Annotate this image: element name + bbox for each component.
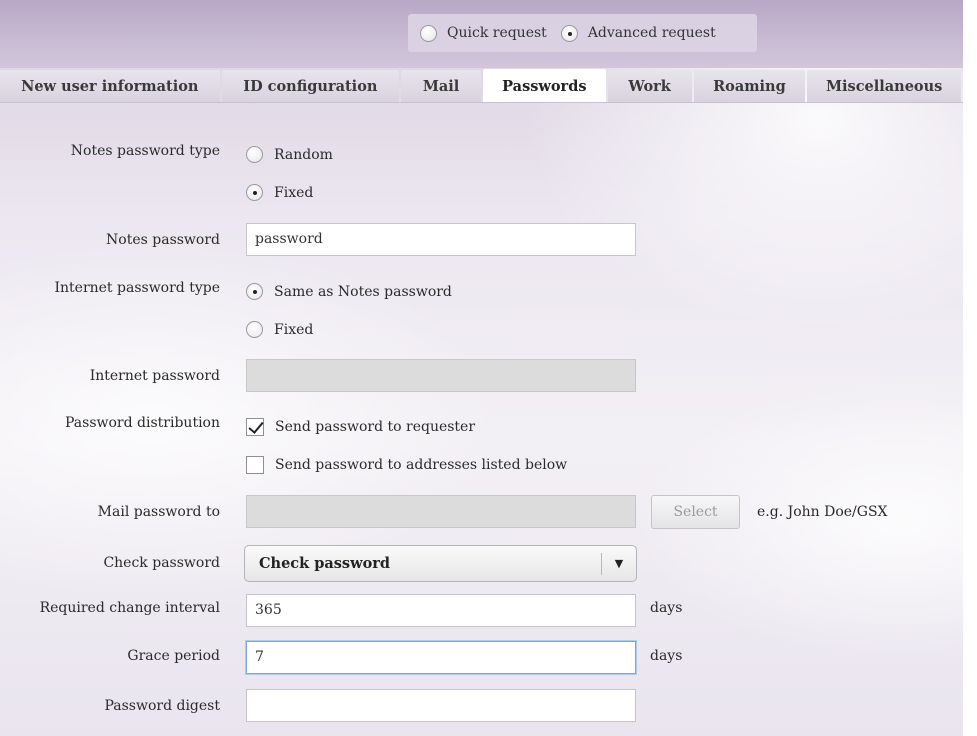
tab-work[interactable]: Work bbox=[607, 70, 692, 103]
password-digest-input[interactable] bbox=[246, 689, 636, 722]
internet-password-same-option[interactable]: Same as Notes password bbox=[246, 283, 452, 300]
quick-request-label: Quick request bbox=[447, 25, 547, 41]
send-to-addresses-option[interactable]: Send password to addresses listed below bbox=[246, 456, 567, 474]
internet-password-same-label: Same as Notes password bbox=[274, 283, 452, 300]
mail-password-to-label: Mail password to bbox=[97, 504, 220, 520]
grace-period-label: Grace period bbox=[127, 648, 220, 664]
grace-period-unit: days bbox=[650, 648, 683, 664]
select-button[interactable]: Select bbox=[651, 495, 740, 529]
check-password-dropdown[interactable]: Check password ▼ bbox=[244, 545, 637, 582]
advanced-request-option[interactable]: Advanced request bbox=[560, 24, 716, 42]
notes-password-fixed-label: Fixed bbox=[274, 184, 314, 201]
notes-password-fixed-radio[interactable] bbox=[246, 184, 263, 201]
notes-password-random-radio[interactable] bbox=[246, 146, 263, 163]
chevron-down-icon[interactable]: ▼ bbox=[602, 557, 636, 570]
tab-new-user-information[interactable]: New user information bbox=[0, 70, 220, 103]
internet-password-fixed-label: Fixed bbox=[274, 321, 314, 338]
send-to-requester-label: Send password to requester bbox=[275, 419, 476, 435]
internet-password-type-label: Internet password type bbox=[54, 280, 220, 296]
notes-password-label: Notes password bbox=[106, 232, 220, 248]
send-to-requester-option[interactable]: Send password to requester bbox=[246, 418, 475, 436]
tab-mail[interactable]: Mail bbox=[401, 70, 481, 103]
notes-password-fixed-option[interactable]: Fixed bbox=[246, 184, 313, 201]
request-mode-group: Quick request Advanced request bbox=[408, 14, 757, 52]
check-password-label: Check password bbox=[103, 555, 220, 571]
tab-roaming[interactable]: Roaming bbox=[693, 70, 806, 103]
tab-id-configuration[interactable]: ID configuration bbox=[221, 70, 400, 103]
tab-divider bbox=[0, 102, 963, 103]
tab-passwords[interactable]: Passwords bbox=[482, 69, 606, 103]
send-to-addresses-label: Send password to addresses listed below bbox=[275, 457, 568, 473]
tab-bar: New user information ID configuration Ma… bbox=[0, 69, 963, 103]
notes-password-random-label: Random bbox=[274, 146, 333, 163]
mail-password-to-input bbox=[246, 495, 636, 528]
send-to-addresses-checkbox[interactable] bbox=[246, 456, 264, 474]
password-distribution-label: Password distribution bbox=[65, 415, 220, 431]
required-change-interval-unit: days bbox=[650, 600, 683, 616]
mail-password-hint: e.g. John Doe/GSX bbox=[757, 504, 888, 520]
grace-period-input[interactable]: 7 bbox=[246, 641, 636, 674]
notes-password-type-label: Notes password type bbox=[70, 143, 220, 159]
required-change-interval-label: Required change interval bbox=[39, 600, 220, 616]
quick-request-option[interactable]: Quick request bbox=[420, 24, 547, 42]
notes-password-input[interactable]: password bbox=[246, 223, 636, 256]
advanced-request-label: Advanced request bbox=[587, 25, 716, 41]
send-to-requester-checkbox[interactable] bbox=[246, 418, 264, 436]
internet-password-fixed-radio[interactable] bbox=[246, 321, 263, 338]
password-digest-label: Password digest bbox=[104, 698, 220, 714]
quick-request-radio[interactable] bbox=[420, 24, 437, 42]
window-frame: Quick request Advanced request New user … bbox=[0, 0, 963, 736]
check-password-value: Check password bbox=[259, 555, 391, 572]
internet-password-label: Internet password bbox=[89, 368, 220, 384]
right-edge-strip bbox=[963, 0, 977, 736]
internet-password-same-radio[interactable] bbox=[246, 283, 263, 300]
internet-password-input bbox=[246, 359, 636, 392]
internet-password-fixed-option[interactable]: Fixed bbox=[246, 321, 313, 338]
required-change-interval-input[interactable]: 365 bbox=[246, 594, 636, 627]
advanced-request-radio[interactable] bbox=[560, 24, 578, 42]
notes-password-random-option[interactable]: Random bbox=[246, 146, 333, 163]
tab-miscellaneous[interactable]: Miscellaneous bbox=[807, 70, 961, 103]
page: Quick request Advanced request New user … bbox=[0, 0, 977, 736]
